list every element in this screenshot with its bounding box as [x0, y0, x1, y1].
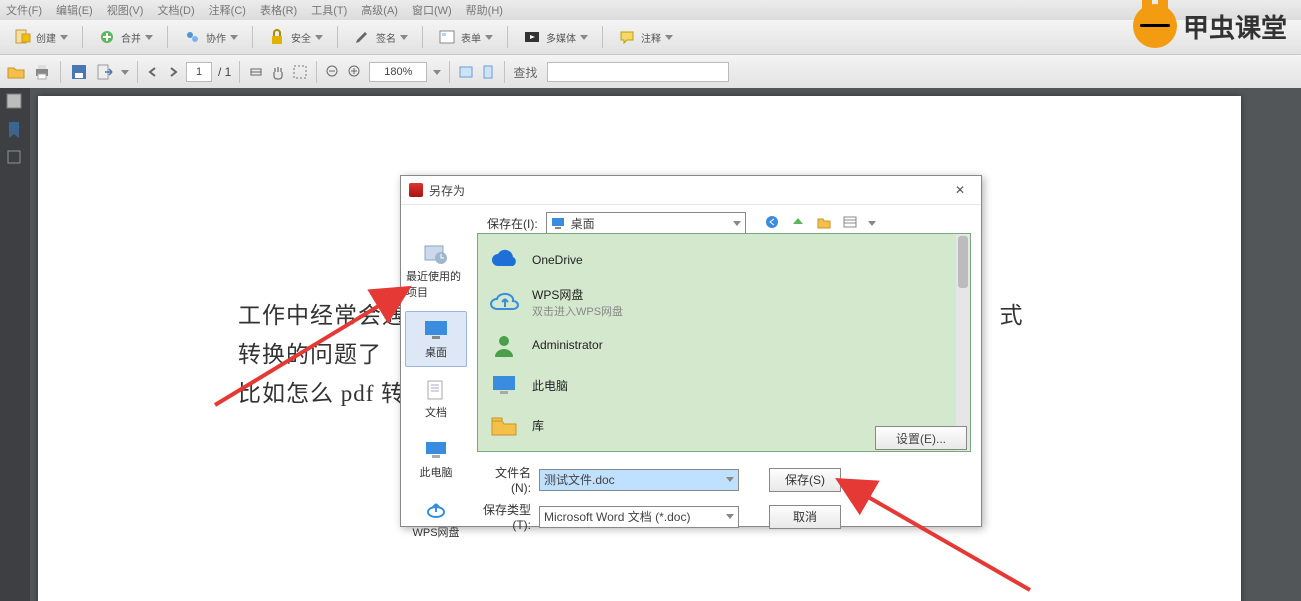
annotate-button[interactable]: 注释	[611, 25, 679, 49]
sidebar-item-computer[interactable]: 此电脑	[405, 431, 467, 487]
menu-comment[interactable]: 注释(C)	[209, 2, 246, 18]
menu-file[interactable]: 文件(F)	[6, 2, 42, 18]
save-button[interactable]: 保存(S)	[769, 468, 841, 492]
list-item[interactable]: OneDrive	[484, 240, 964, 280]
filetype-label: 保存类型(T):	[477, 501, 531, 532]
fit-page-icon[interactable]	[480, 64, 496, 80]
secure-button[interactable]: 安全	[261, 25, 329, 49]
hand-tool-icon[interactable]	[270, 64, 286, 80]
back-icon[interactable]	[764, 214, 782, 232]
menu-adv[interactable]: 高级(A)	[361, 2, 398, 18]
menu-doc[interactable]: 文档(D)	[157, 2, 194, 18]
cloud-icon	[488, 246, 520, 274]
zoom-out-icon[interactable]	[325, 64, 341, 80]
fit-width-icon[interactable]	[458, 64, 474, 80]
page-input[interactable]: 1	[186, 62, 212, 82]
attachments-icon[interactable]	[5, 148, 25, 168]
new-folder-icon[interactable]	[816, 214, 834, 232]
toolbar-main: 创建 合并 协作 安全 签名 表单 多媒体	[0, 20, 1301, 55]
list-item[interactable]: WPS网盘双击进入WPS网盘	[484, 280, 964, 325]
side-panel	[0, 88, 30, 601]
next-page-icon[interactable]	[166, 65, 180, 79]
merge-button[interactable]: 合并	[91, 25, 159, 49]
sidebar-item-wps[interactable]: WPS网盘	[405, 491, 467, 547]
search-label: 查找	[513, 64, 537, 81]
sign-button[interactable]: 签名	[346, 25, 414, 49]
view-icon[interactable]	[842, 214, 860, 232]
menu-win[interactable]: 窗口(W)	[412, 2, 452, 18]
file-list[interactable]: OneDrive WPS网盘双击进入WPS网盘 Administrator	[477, 233, 971, 452]
desktop-icon	[551, 216, 565, 230]
zoom-in-icon[interactable]	[347, 64, 363, 80]
save-as-dialog: 另存为 ✕ 保存在(I): 桌面 最近使用的项目	[400, 175, 982, 527]
page-total: / 1	[218, 65, 231, 79]
pdf-icon	[409, 183, 423, 197]
save-in-combo[interactable]: 桌面	[546, 212, 746, 234]
settings-button[interactable]: 设置(E)...	[875, 426, 967, 450]
export-icon[interactable]	[95, 62, 115, 82]
file-list-scrollbar[interactable]	[956, 234, 970, 451]
doc-line2: 比如怎么 pdf 转	[238, 381, 405, 406]
save-icon[interactable]	[69, 62, 89, 82]
lock-icon	[267, 27, 287, 47]
toolbar-view: 1 / 1 180% 查找	[0, 55, 1301, 90]
sidebar-item-desktop[interactable]: 桌面	[405, 311, 467, 367]
filename-label: 文件名(N):	[477, 464, 531, 495]
print-icon[interactable]	[32, 62, 52, 82]
sidebar-item-documents[interactable]: 文档	[405, 371, 467, 427]
prev-page-icon[interactable]	[146, 65, 160, 79]
open-icon[interactable]	[6, 62, 26, 82]
create-button[interactable]: 创建	[6, 25, 74, 49]
export-drop-icon[interactable]	[121, 70, 129, 75]
up-icon[interactable]	[790, 214, 808, 232]
merge-icon	[97, 27, 117, 47]
user-icon	[488, 331, 520, 359]
form-button[interactable]: 表单	[431, 25, 499, 49]
dialog-places-bar: 最近使用的项目 桌面 文档 此电脑 WPS网盘	[401, 205, 471, 527]
pen-icon	[352, 27, 372, 47]
view-drop-icon[interactable]	[868, 221, 876, 226]
save-in-label: 保存在(I):	[487, 215, 538, 232]
dialog-close-button[interactable]: ✕	[947, 181, 973, 199]
library-icon	[488, 411, 520, 439]
doc-line1: 工作中经常会遇	[238, 303, 406, 328]
zoom-level[interactable]: 180%	[369, 62, 427, 82]
media-button[interactable]: 多媒体	[516, 25, 594, 49]
sidebar-item-recent[interactable]: 最近使用的项目	[405, 235, 467, 307]
computer-icon	[488, 371, 520, 399]
collab-button[interactable]: 协作	[176, 25, 244, 49]
cloud-icon	[488, 289, 520, 317]
marquee-icon[interactable]	[292, 64, 308, 80]
search-input[interactable]	[547, 62, 729, 82]
media-icon	[522, 27, 542, 47]
thumbnails-icon[interactable]	[5, 92, 25, 112]
menu-table[interactable]: 表格(R)	[260, 2, 297, 18]
bookmarks-icon[interactable]	[5, 120, 25, 140]
dialog-title: 另存为	[429, 182, 465, 199]
menu-tool[interactable]: 工具(T)	[311, 2, 347, 18]
brand-mascot-icon	[1133, 4, 1177, 48]
comment-icon	[617, 27, 637, 47]
form-icon	[437, 27, 457, 47]
brand-watermark: 甲虫课堂	[1133, 4, 1287, 48]
menu-edit[interactable]: 编辑(E)	[56, 2, 93, 18]
create-icon	[12, 27, 32, 47]
collab-icon	[182, 27, 202, 47]
filetype-select[interactable]: Microsoft Word 文档 (*.doc)	[539, 506, 739, 528]
select-tool-icon[interactable]	[248, 64, 264, 80]
filename-input[interactable]: 测试文件.doc	[539, 469, 739, 491]
menu-view[interactable]: 视图(V)	[107, 2, 144, 18]
menu-bar: 文件(F) 编辑(E) 视图(V) 文档(D) 注释(C) 表格(R) 工具(T…	[0, 0, 1301, 20]
list-item[interactable]: Administrator	[484, 325, 964, 365]
cancel-button[interactable]: 取消	[769, 505, 841, 529]
list-item[interactable]: 此电脑	[484, 365, 964, 405]
menu-help[interactable]: 帮助(H)	[466, 2, 503, 18]
brand-name: 甲虫课堂	[1183, 8, 1287, 45]
